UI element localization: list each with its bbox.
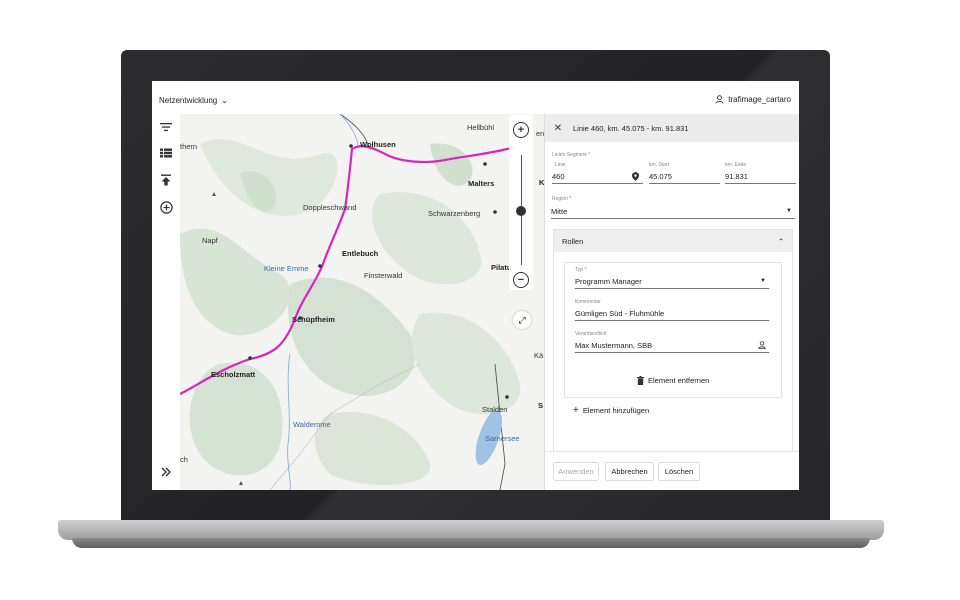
map-label-ka: Kä	[534, 351, 544, 360]
verantwortlich-field[interactable]: Max Mustermann, SBB	[575, 340, 769, 353]
cancel-button[interactable]: Abbrechen	[605, 462, 654, 481]
km-start-value: 45.075	[649, 172, 672, 181]
plus-icon: +	[573, 405, 579, 416]
dropdown-arrow-icon: ▼	[760, 278, 766, 284]
chevron-up-icon: ⌃	[777, 236, 784, 246]
minus-icon: −	[517, 273, 525, 286]
remove-element-button[interactable]: Element entfernen	[637, 376, 709, 385]
map-label-malters: Malters	[468, 179, 495, 188]
detail-panel: ✕ Linie 460, km. 45.075 - km. 91.831 Lin…	[544, 114, 799, 490]
map-label-sarnersee: Sarnersee	[485, 434, 520, 443]
typ-label: Typ *	[575, 267, 587, 273]
list-icon	[160, 148, 172, 158]
expand-icon	[161, 467, 171, 477]
map-label-napf: Napf	[202, 236, 218, 245]
panel-header: ✕ Linie 460, km. 45.075 - km. 91.831	[545, 114, 799, 142]
region-select[interactable]: Mitte ▼	[551, 206, 795, 219]
expand-button[interactable]	[157, 463, 175, 481]
kommentar-label: Kommentar	[575, 299, 601, 305]
map-label-ch: ch	[180, 455, 188, 464]
remove-element-label: Element entfernen	[648, 376, 710, 385]
add-circle-button[interactable]	[157, 198, 175, 216]
user-name: trafimage_cartaro	[728, 95, 791, 104]
topic-select[interactable]: Netzentwicklung ⌄	[159, 96, 228, 105]
upload-icon	[161, 174, 171, 186]
rollen-header[interactable]: Rollen ⌃	[554, 230, 792, 252]
dropdown-arrow-icon: ▼	[786, 208, 792, 214]
km-ende-value: 91.831	[725, 172, 748, 181]
map-label-hellbuehl: Hellbühl	[467, 123, 495, 132]
laptop-base	[58, 520, 884, 540]
map-label-kleine-emme: Kleine Emme	[264, 264, 309, 273]
kommentar-field[interactable]: Gümligen Süd - Fluhmühle	[575, 308, 769, 321]
upload-button[interactable]	[157, 171, 175, 189]
zoom-control: + −	[509, 115, 533, 290]
user-icon	[715, 95, 724, 104]
linie-label: Linie	[555, 162, 566, 168]
map-label-en: en	[536, 129, 544, 138]
close-button[interactable]: ✕	[547, 123, 569, 134]
close-icon: ✕	[553, 122, 563, 134]
filter-button[interactable]	[157, 118, 175, 136]
map-label-waldemme: Waldemme	[293, 420, 331, 429]
typ-select[interactable]: Programm Manager ▼	[575, 276, 769, 289]
user-menu[interactable]: trafimage_cartaro	[715, 95, 791, 104]
panel-title: Linie 460, km. 45.075 - km. 91.831	[573, 123, 689, 133]
map-label-stalden: Stalden	[482, 405, 508, 414]
map-label-finsterwald: Finsterwald	[364, 271, 403, 280]
fullscreen-button[interactable]: ⤢	[513, 311, 531, 329]
typ-value: Programm Manager	[575, 277, 642, 286]
plus-icon: +	[517, 123, 525, 136]
map-label-schwarzenberg: Schwarzenberg	[428, 209, 481, 218]
rollen-title: Rollen	[562, 236, 584, 246]
trash-icon	[637, 376, 644, 385]
person-icon	[758, 341, 766, 349]
topbar: Netzentwicklung ⌄ trafimage_cartaro	[152, 81, 799, 115]
region-value: Mitte	[551, 207, 568, 216]
panel-footer: Anwenden Abbrechen Löschen	[545, 451, 799, 490]
role-card: Typ * Programm Manager ▼ Kommentar Gümli…	[564, 262, 782, 398]
add-element-label: Element hinzufügen	[582, 406, 650, 415]
zoom-slider-handle[interactable]	[516, 206, 526, 216]
verantwortlich-value: Max Mustermann, SBB	[575, 341, 653, 350]
zoom-out-button[interactable]: −	[513, 272, 529, 288]
map[interactable]: thern Hellbühl Wolhusen Malters Dopplesc…	[180, 114, 544, 490]
map-label-schuepfheim: Schüpfheim	[292, 315, 335, 324]
map-label-escholzmatt: Escholzmatt	[211, 370, 256, 379]
add-element-button[interactable]: + Element hinzufügen	[573, 405, 649, 416]
filter-icon	[160, 123, 172, 132]
chevron-down-icon: ⌄	[221, 96, 228, 105]
list-button[interactable]	[157, 144, 175, 162]
map-label-thern: thern	[180, 142, 198, 151]
topic-label: Netzentwicklung	[159, 96, 218, 105]
delete-button[interactable]: Löschen	[658, 462, 700, 481]
region-label: Region *	[552, 196, 572, 202]
map-label-wolhusen: Wolhusen	[360, 140, 396, 149]
apply-button[interactable]: Anwenden	[553, 462, 599, 481]
segment-label: Linien Segment *	[552, 152, 591, 158]
linie-field[interactable]: 460	[552, 171, 643, 184]
kommentar-value: Gümligen Süd - Fluhmühle	[575, 309, 665, 318]
km-ende-label: km. Ende	[725, 162, 747, 168]
km-start-label: km. Start	[649, 162, 670, 168]
linie-value: 460	[552, 172, 565, 181]
location-pin-icon	[632, 172, 639, 181]
map-label-entlebuch: Entlebuch	[342, 249, 379, 258]
fullscreen-icon: ⤢	[518, 314, 526, 325]
km-ende-field[interactable]: 91.831	[725, 171, 796, 184]
laptop-base-shadow	[72, 538, 870, 548]
app-screen: Netzentwicklung ⌄ trafimage_cartaro ther…	[152, 81, 799, 490]
zoom-in-button[interactable]: +	[513, 122, 529, 138]
map-label-s: S	[538, 401, 544, 410]
km-start-field[interactable]: 45.075	[649, 171, 720, 184]
map-label-doppleschwand: Doppleschwand	[303, 203, 357, 212]
add-circle-icon	[159, 200, 173, 214]
left-toolbar	[152, 114, 180, 490]
verantwortlich-label: Verantwortlich	[575, 331, 607, 337]
